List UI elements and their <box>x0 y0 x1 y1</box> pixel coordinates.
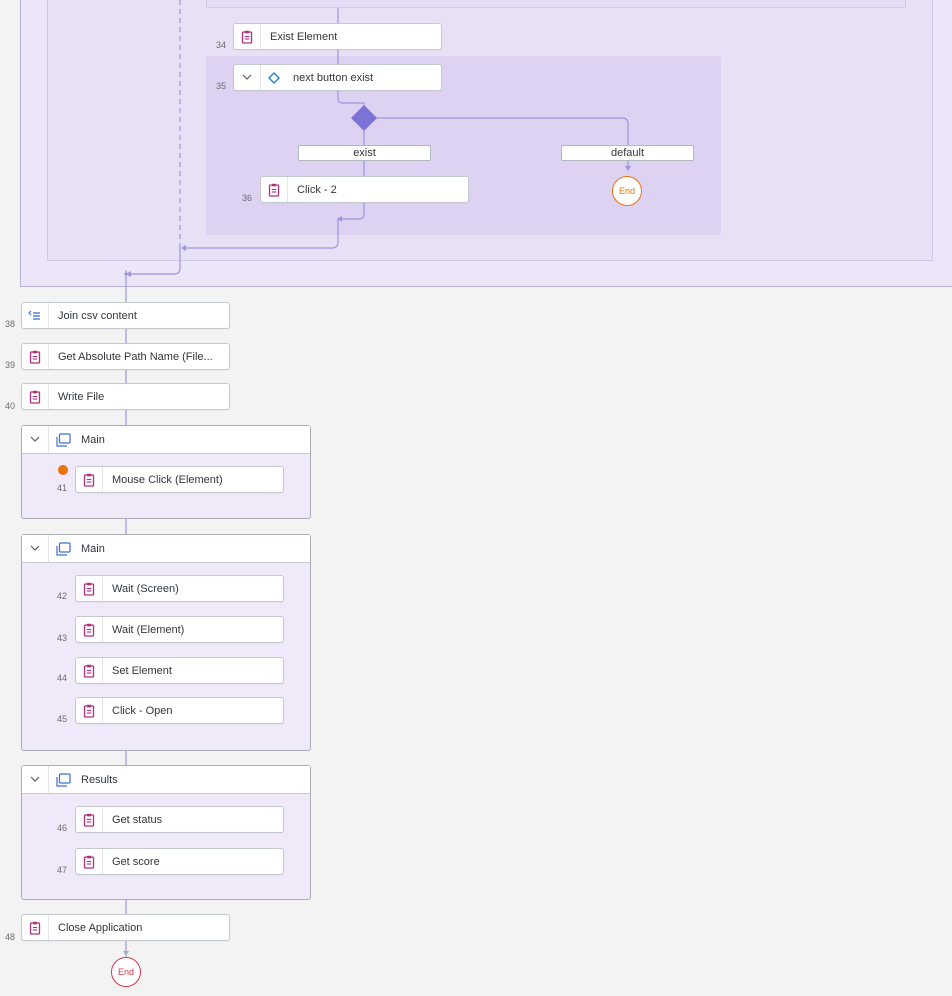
branch-end-node[interactable]: End <box>612 176 642 206</box>
step-label: Get Absolute Path Name (File... <box>58 350 213 363</box>
step-label: Set Element <box>112 664 172 677</box>
step-label: Click - Open <box>112 704 173 717</box>
group-label: Main <box>81 542 105 555</box>
step-get-status[interactable]: Get status <box>75 806 284 833</box>
step-label: Wait (Element) <box>112 623 185 636</box>
step-label: next button exist <box>293 71 374 84</box>
step-number: 42 <box>57 591 68 601</box>
step-get-absolute-path-name[interactable]: Get Absolute Path Name (File... <box>21 343 230 370</box>
step-wait-element[interactable]: Wait (Element) <box>75 616 284 643</box>
step-number: 39 <box>5 360 16 370</box>
clipboard-icon <box>76 658 103 683</box>
step-number: 38 <box>5 319 16 329</box>
step-number: 48 <box>5 932 16 942</box>
step-number: 40 <box>5 401 16 411</box>
step-exist-element[interactable]: Exist Element <box>233 23 442 50</box>
step-click-2[interactable]: Click - 2 <box>260 176 469 203</box>
step-label: Close Application <box>58 921 143 934</box>
step-set-element[interactable]: Set Element <box>75 657 284 684</box>
chevron-down-icon[interactable] <box>234 65 261 90</box>
step-number: 36 <box>242 193 253 203</box>
step-label: Mouse Click (Element) <box>112 473 223 486</box>
step-number: 45 <box>57 714 68 724</box>
branch-label-exist[interactable]: exist <box>298 145 431 161</box>
step-number: 46 <box>57 823 68 833</box>
step-label: Exist Element <box>270 30 338 43</box>
chevron-down-icon[interactable] <box>22 426 49 453</box>
screen-group-icon <box>49 541 77 556</box>
screen-group-icon <box>49 772 77 787</box>
chevron-down-icon[interactable] <box>22 535 49 562</box>
branch-label-default[interactable]: default <box>561 145 694 161</box>
group-label: Main <box>81 433 105 446</box>
step-number: 34 <box>216 40 227 50</box>
step-label: Write File <box>58 390 105 403</box>
clipboard-icon <box>22 384 49 409</box>
step-wait-screen[interactable]: Wait (Screen) <box>75 575 284 602</box>
step-label: Get status <box>112 813 163 826</box>
clipboard-icon <box>76 576 103 601</box>
step-number: 41 <box>57 483 68 493</box>
breakpoint-marker[interactable] <box>58 465 68 475</box>
step-write-file[interactable]: Write File <box>21 383 230 410</box>
step-number: 35 <box>216 81 227 91</box>
step-label: Wait (Screen) <box>112 582 179 595</box>
group-header[interactable]: Main <box>22 535 310 563</box>
step-number: 43 <box>57 633 68 643</box>
step-label: Get score <box>112 855 160 868</box>
group-header[interactable]: Main <box>22 426 310 454</box>
step-condition-next-button-exist[interactable]: next button exist <box>233 64 442 91</box>
step-click-open[interactable]: Click - Open <box>75 697 284 724</box>
step-number: 44 <box>57 673 68 683</box>
flow-end-node[interactable]: End <box>111 957 141 987</box>
clipboard-icon <box>22 915 49 940</box>
clipboard-icon <box>234 24 261 49</box>
step-label: Join csv content <box>58 309 137 322</box>
step-number: 47 <box>57 865 68 875</box>
step-get-score[interactable]: Get score <box>75 848 284 875</box>
clipboard-icon <box>261 177 288 202</box>
step-close-application[interactable]: Close Application <box>21 914 230 941</box>
group-label: Results <box>81 773 118 786</box>
step-join-csv-content[interactable]: Join csv content <box>21 302 230 329</box>
clipboard-icon <box>76 807 103 832</box>
clipboard-icon <box>22 344 49 369</box>
step-label: Click - 2 <box>297 183 337 196</box>
previous-block-region <box>206 0 906 8</box>
screen-group-icon <box>49 432 77 447</box>
diamond-condition-icon <box>261 71 287 84</box>
clipboard-icon <box>76 467 103 492</box>
chevron-down-icon[interactable] <box>22 766 49 793</box>
clipboard-icon <box>76 849 103 874</box>
clipboard-icon <box>76 617 103 642</box>
join-icon <box>22 303 49 328</box>
step-mouse-click-element[interactable]: Mouse Click (Element) <box>75 466 284 493</box>
clipboard-icon <box>76 698 103 723</box>
group-header[interactable]: Results <box>22 766 310 794</box>
